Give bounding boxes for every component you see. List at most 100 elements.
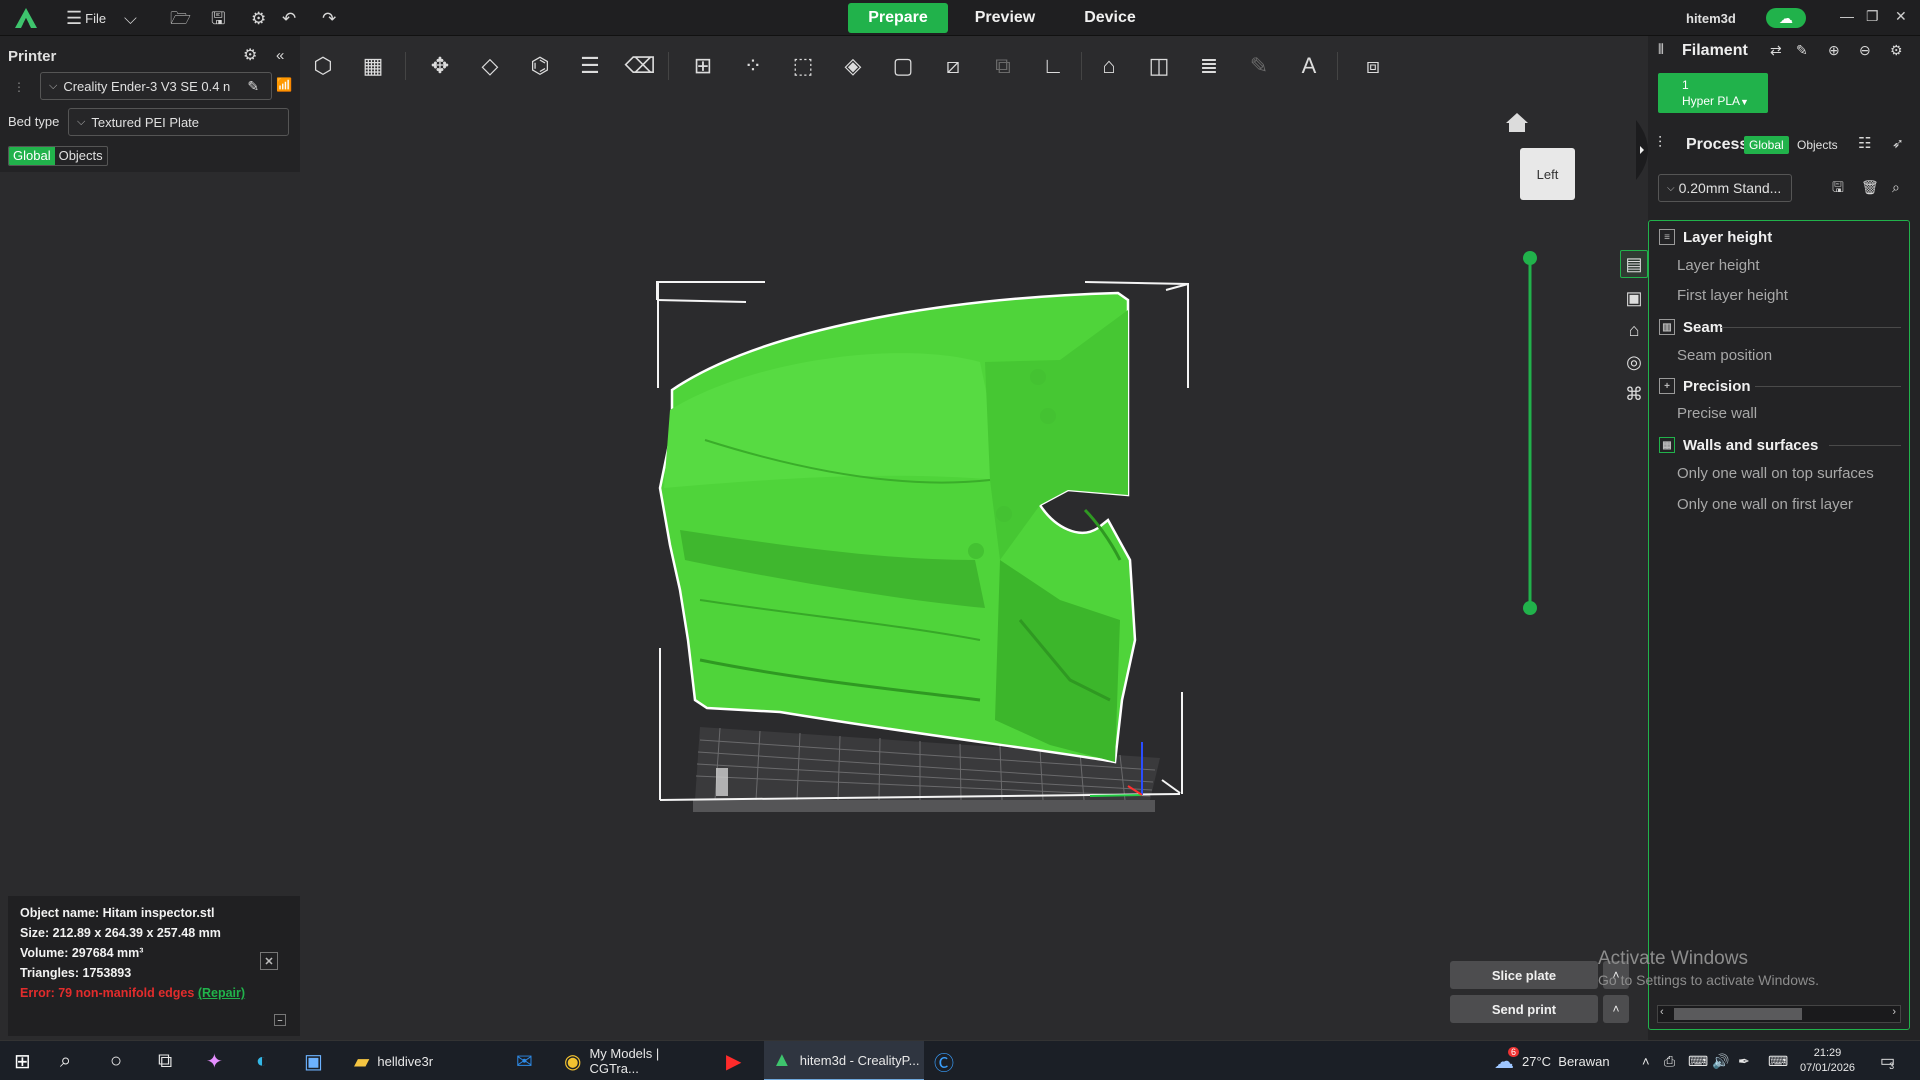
rocket-icon[interactable]: ➶ — [1892, 136, 1904, 150]
param-one-wall-first-layer[interactable]: Only one wall on first layer — [1677, 496, 1853, 513]
filament-slot-number: 1 — [1682, 78, 1689, 92]
minimize-info-icon[interactable]: – — [274, 1014, 286, 1026]
filament-spool-icon: ⫴ — [1658, 41, 1664, 57]
process-parameters: ≡ Layer height Layer height First layer h… — [1648, 220, 1910, 1030]
store-button[interactable]: ▣ — [304, 1041, 331, 1080]
chevron-down-icon: ⌵ — [1667, 182, 1675, 194]
target-icon[interactable]: ◎ — [1620, 348, 1648, 376]
clock-time: 21:29 — [1813, 1047, 1842, 1059]
start-button[interactable]: ⊞ — [14, 1041, 39, 1080]
param-first-layer-height[interactable]: First layer height — [1677, 287, 1788, 304]
taskbar-app-explorer[interactable]: ▰ helldive3r — [348, 1041, 498, 1080]
precision-icon: + — [1659, 378, 1675, 394]
param-layer-height[interactable]: Layer height — [1677, 257, 1760, 274]
process-sliders-icon: ⫶ — [1658, 135, 1663, 152]
taskbar-app-creality[interactable]: ▲ hitem3d - CrealityP... — [764, 1041, 924, 1080]
tray-usb-icon[interactable]: ⎙ — [1664, 1041, 1675, 1080]
section-precision[interactable]: + Precision — [1659, 374, 1751, 398]
section-walls-surfaces[interactable]: ▦ Walls and surfaces — [1659, 433, 1818, 457]
horizontal-scrollbar[interactable]: ‹ › — [1657, 1005, 1901, 1023]
save-preset-icon[interactable]: 🖫 — [1832, 180, 1844, 194]
filament-slot-1[interactable]: 1 Hyper PLA▼ — [1658, 73, 1768, 113]
preset-name: 0.20mm Stand... — [1678, 180, 1782, 196]
search-button[interactable]: ⌕ — [60, 1041, 79, 1080]
c-app-icon: Ⓒ — [934, 1052, 954, 1075]
add-filament-icon[interactable]: ⊕ — [1828, 43, 1840, 57]
weather-widget[interactable]: ☁ 6 27°C Berawan — [1494, 1041, 1610, 1080]
object-info-panel: Object name: Hitam inspector.stl Size: 2… — [8, 896, 300, 1036]
filament-title: Filament — [1682, 42, 1748, 59]
param-one-wall-top[interactable]: Only one wall on top surfaces — [1677, 465, 1874, 482]
tray-overflow-icon[interactable]: ˄ — [1642, 1041, 1650, 1080]
scrollbar-thumb[interactable] — [1674, 1008, 1802, 1020]
app-button-c[interactable]: Ⓒ — [934, 1041, 962, 1080]
section-title: Seam — [1683, 318, 1724, 336]
preset-select[interactable]: ⌵ 0.20mm Stand... — [1658, 174, 1792, 202]
view-cube-face-label: Left — [1536, 166, 1559, 182]
section-seam[interactable]: ▥ Seam — [1659, 315, 1723, 339]
expand-panel-icon[interactable] — [1636, 120, 1648, 180]
home-view-icon[interactable] — [1506, 113, 1528, 132]
plugin-icon[interactable]: ⌘ — [1620, 380, 1648, 408]
slice-plate-button[interactable]: Slice plate — [1450, 961, 1598, 989]
view-cube[interactable]: Left — [1520, 148, 1575, 200]
clock[interactable]: 21:29 07/01/2026 — [1800, 1041, 1855, 1080]
section-title: Walls and surfaces — [1683, 436, 1819, 454]
scroll-left-icon[interactable]: ‹ — [1660, 1006, 1664, 1018]
close-icon[interactable]: ✕ — [260, 952, 278, 970]
filament-sync-icon[interactable]: ⇄ — [1770, 43, 1782, 57]
notification-button[interactable]: ▭ 3 — [1880, 1041, 1895, 1080]
edge-button[interactable]: ◐ — [256, 1041, 276, 1080]
layer-slider-top-handle[interactable] — [1523, 251, 1537, 265]
support-settings-icon[interactable]: ⌂ — [1620, 316, 1648, 344]
process-toggle-objects[interactable]: Objects — [1792, 136, 1843, 154]
keyboard-icon[interactable]: ⌨ — [1768, 1041, 1788, 1080]
copilot-icon: ✦ — [206, 1050, 223, 1073]
taskbar-app-label: helldive3r — [377, 1053, 434, 1069]
param-precise-wall[interactable]: Precise wall — [1677, 405, 1757, 422]
taskbar-app-chrome[interactable]: ◉ My Models | CGTra... — [560, 1041, 710, 1080]
pen-icon[interactable]: ✒ — [1738, 1041, 1750, 1080]
creality-logo-icon: ▲ — [772, 1048, 792, 1071]
process-toggle-global[interactable]: Global — [1744, 136, 1789, 154]
task-view-button[interactable]: ⧉ — [158, 1041, 180, 1080]
settings-panel: ⫴ Filament ⇄ ✎ ⊕ ⊖ ⚙ 1 Hyper PLA▼ ⫶ Proc… — [1648, 36, 1920, 1040]
object-list-icon[interactable]: ▣ — [1620, 284, 1648, 312]
section-title: Layer height — [1683, 228, 1773, 246]
section-layer-height[interactable]: ≡ Layer height — [1659, 225, 1772, 249]
scroll-right-icon[interactable]: › — [1892, 1006, 1896, 1018]
search-icon: ⌕ — [60, 1049, 72, 1072]
delete-preset-icon[interactable]: 🗑 — [1861, 180, 1879, 194]
error-message: Error: 79 non-manifold edges — [20, 986, 195, 1000]
layer-slider-bottom-handle[interactable] — [1523, 601, 1537, 615]
notification-count: 3 — [1889, 1061, 1895, 1071]
outlook-icon: ✉ — [516, 1050, 533, 1073]
object-triangles: Triangles: 1753893 — [20, 966, 132, 980]
send-print-button[interactable]: Send print — [1450, 995, 1598, 1023]
youtube-button[interactable]: ▶ — [726, 1041, 749, 1080]
task-view-icon: ⧉ — [158, 1049, 173, 1072]
list-icon[interactable]: ☷ — [1858, 136, 1871, 151]
watermark-title: Activate Windows — [1598, 948, 1748, 969]
cortana-button[interactable]: ○ — [110, 1041, 130, 1080]
process-title: Process — [1686, 136, 1749, 153]
layer-slider[interactable] — [1523, 251, 1537, 615]
panel-settings-icon[interactable]: ▤ — [1620, 250, 1648, 278]
outlook-button[interactable]: ✉ — [516, 1041, 541, 1080]
filament-settings-icon[interactable]: ⚙ — [1890, 43, 1903, 57]
caret-down-icon: ▼ — [1740, 97, 1749, 107]
param-seam-position[interactable]: Seam position — [1677, 347, 1772, 364]
send-options-caret-icon[interactable]: ˄ — [1603, 995, 1629, 1023]
copilot-button[interactable]: ✦ — [206, 1041, 231, 1080]
filament-edit-icon[interactable]: ✎ — [1796, 43, 1808, 57]
3d-model-helmet[interactable] — [658, 291, 1137, 764]
seam-icon: ▥ — [1659, 319, 1675, 335]
activate-windows-watermark: Activate Windows Go to Settings to activ… — [1598, 948, 1819, 988]
walls-icon: ▦ — [1659, 437, 1675, 453]
repair-link[interactable]: (Repair) — [198, 986, 245, 1000]
search-icon[interactable]: ⌕ — [1892, 180, 1900, 194]
youtube-icon: ▶ — [726, 1050, 742, 1073]
network-icon[interactable]: ⌨ — [1688, 1041, 1708, 1080]
remove-filament-icon[interactable]: ⊖ — [1859, 43, 1871, 57]
volume-icon[interactable]: 🔊 — [1712, 1041, 1729, 1080]
